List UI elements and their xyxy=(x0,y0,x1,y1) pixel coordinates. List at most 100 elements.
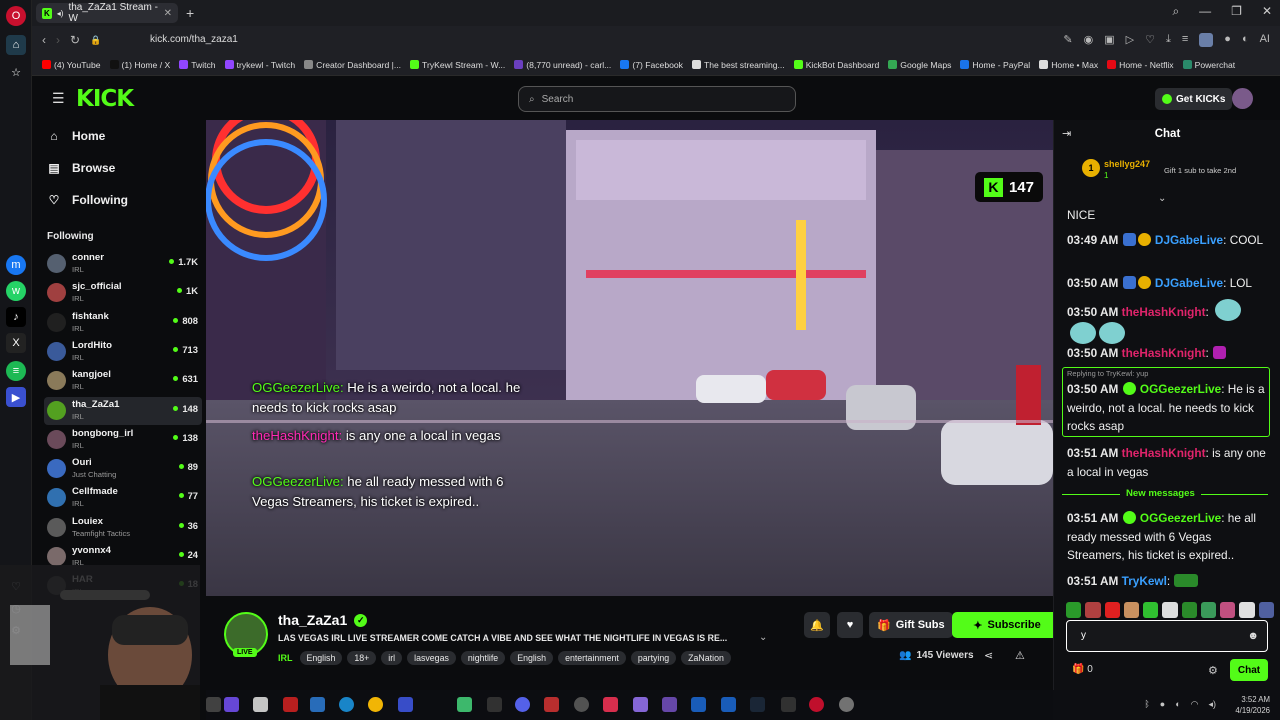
whatsapp-icon[interactable]: w xyxy=(6,281,26,301)
new-tab-button[interactable]: + xyxy=(186,5,194,21)
box-icon[interactable]: ▣ xyxy=(1104,33,1114,47)
emote-icon[interactable] xyxy=(1181,602,1197,618)
back-button[interactable]: ‹ xyxy=(42,33,46,47)
chevron-down-icon[interactable]: ⌄ xyxy=(759,632,767,643)
wifi-icon[interactable]: ◠ xyxy=(1191,699,1199,710)
taskbar-app-icon[interactable] xyxy=(206,697,221,712)
stream-tag[interactable]: 18+ xyxy=(347,651,377,665)
get-kicks-button[interactable]: Get KICKs xyxy=(1155,88,1233,110)
minimize-button[interactable]: — xyxy=(1199,4,1211,19)
emote-icon[interactable] xyxy=(1066,602,1082,618)
message-user[interactable]: OGGeezerLive xyxy=(1140,511,1221,525)
app-icon[interactable] xyxy=(662,697,677,712)
camera-icon[interactable]: ◉ xyxy=(1084,33,1094,47)
edge-icon[interactable] xyxy=(339,697,354,712)
clock[interactable]: 3:52 AM 4/19/2026 xyxy=(1235,694,1270,716)
epic-icon[interactable] xyxy=(781,697,796,712)
search-tabs-icon[interactable]: ⌕ xyxy=(1172,4,1179,19)
bookmark-item[interactable]: (8,770 unread) - carl... xyxy=(514,60,611,70)
close-tab-icon[interactable]: ✕ xyxy=(164,8,172,19)
tray-icon[interactable]: ● xyxy=(1160,699,1165,710)
app-icon[interactable] xyxy=(603,697,618,712)
maximize-button[interactable]: ❐ xyxy=(1231,4,1242,19)
circle-icon[interactable]: ● xyxy=(1224,33,1231,47)
nav-home[interactable]: ⌂ Home xyxy=(47,129,105,143)
bookmark-item[interactable]: The best streaming... xyxy=(691,60,785,70)
stream-tag[interactable]: entertainment xyxy=(558,651,626,665)
home-icon[interactable]: ⌂ xyxy=(6,35,26,55)
bookmark-item[interactable]: Home - PayPal xyxy=(960,60,1030,70)
bookmark-item[interactable]: Google Maps xyxy=(888,60,951,70)
report-icon[interactable]: ⚠ xyxy=(1015,649,1025,662)
bookmark-item[interactable]: (1) Home / X xyxy=(109,60,170,70)
opera-logo-icon[interactable]: O xyxy=(6,6,26,26)
emote-icon[interactable] xyxy=(1258,602,1274,618)
message-user[interactable]: DJGabeLive xyxy=(1155,233,1223,247)
following-item[interactable]: Cellfmade IRL 77 xyxy=(44,484,202,512)
chrome-icon[interactable] xyxy=(368,697,383,712)
share-icon[interactable]: ⋖ xyxy=(984,649,993,662)
message-user[interactable]: DJGabeLive xyxy=(1155,276,1223,290)
following-item[interactable]: sjc_official IRL 1K xyxy=(44,279,202,307)
bookmark-item[interactable]: Twitch xyxy=(179,60,216,70)
forward-button[interactable]: › xyxy=(56,33,60,47)
emote-icon[interactable] xyxy=(1104,602,1120,618)
following-item[interactable]: tha_ZaZa1 IRL 148 xyxy=(44,396,202,425)
close-window-button[interactable]: ✕ xyxy=(1262,4,1272,19)
kick-logo[interactable]: KICK xyxy=(76,86,134,112)
steam-icon[interactable] xyxy=(750,697,765,712)
following-item[interactable]: LordHito IRL 713 xyxy=(44,338,202,366)
bookmark-item[interactable]: Home • Max xyxy=(1039,60,1098,70)
message-user[interactable]: theHashKnight xyxy=(1122,346,1206,360)
spotify-icon[interactable]: ≡ xyxy=(6,361,26,381)
app-icon[interactable] xyxy=(633,697,648,712)
ai-button[interactable]: AI xyxy=(1260,33,1270,47)
user-avatar[interactable] xyxy=(1232,88,1253,109)
edit-icon[interactable]: ✎ xyxy=(1063,33,1072,47)
stream-tag[interactable]: irl xyxy=(381,651,403,665)
emote-icon[interactable] xyxy=(1123,602,1140,618)
follow-button[interactable]: ♥ xyxy=(837,612,863,638)
emote-icon[interactable] xyxy=(1200,602,1217,618)
file-icon[interactable] xyxy=(253,697,268,712)
emote-icon[interactable] xyxy=(1143,602,1159,618)
app-icon[interactable] xyxy=(574,697,589,712)
emote-icon[interactable] xyxy=(1239,602,1255,618)
bookmark-item[interactable]: (4) YouTube xyxy=(42,60,101,70)
app-icon[interactable] xyxy=(721,697,736,712)
app-icon[interactable] xyxy=(544,697,559,712)
extension-icon[interactable]: ◐ xyxy=(1242,33,1249,47)
copilot-icon[interactable] xyxy=(224,697,239,712)
stream-tag[interactable]: English xyxy=(510,651,554,665)
emote-icon[interactable] xyxy=(1085,602,1101,618)
following-item[interactable]: kangjoel IRL 631 xyxy=(44,367,202,395)
heart-outline-icon[interactable]: ♡ xyxy=(1145,33,1155,47)
bookmark-item[interactable]: Creator Dashboard |... xyxy=(304,60,401,70)
stream-tag[interactable]: nightlife xyxy=(460,651,506,665)
url-field[interactable]: kick.com/tha_zaza1 xyxy=(150,34,238,45)
following-item[interactable]: conner IRL 1.7K xyxy=(44,250,202,278)
bookmark-item[interactable]: Powerchat xyxy=(1182,60,1235,70)
new-messages-divider[interactable]: New messages xyxy=(1062,488,1268,502)
app-icon[interactable] xyxy=(457,697,472,712)
following-item[interactable]: fishtank IRL 808 xyxy=(44,309,202,337)
player-icon[interactable]: ▶ xyxy=(6,387,26,407)
following-item[interactable]: bongbong_irl IRL 138 xyxy=(44,426,202,454)
tray-icon[interactable]: ◐ xyxy=(1175,699,1180,710)
streamer-name[interactable]: tha_ZaZa1 ✓ xyxy=(278,612,368,628)
stream-category[interactable]: IRL xyxy=(278,653,293,663)
nav-browse[interactable]: ▤ Browse xyxy=(47,161,115,175)
message-user[interactable]: TryKewl xyxy=(1122,574,1167,588)
pinned-gift-banner[interactable]: 1 shellyg247 1 Gift 1 sub to take 2nd xyxy=(1062,156,1275,190)
bookmark-item[interactable]: TryKewl Stream - W... xyxy=(410,60,505,70)
tab-active[interactable]: K ◂) tha_ZaZa1 Stream - W ✕ xyxy=(36,2,178,24)
stream-tag[interactable]: lasvegas xyxy=(407,651,456,665)
bluetooth-icon[interactable]: ᛒ xyxy=(1144,699,1149,710)
stream-tag[interactable]: ZaNation xyxy=(681,651,731,665)
star-icon[interactable]: ☆ xyxy=(6,62,26,82)
menu-icon[interactable]: ≡ xyxy=(1182,33,1188,47)
bookmark-item[interactable]: Home - Netflix xyxy=(1107,60,1174,70)
app-icon[interactable] xyxy=(310,697,325,712)
bookmark-item[interactable]: trykewl - Twitch xyxy=(224,60,295,70)
hamburger-menu-icon[interactable]: ☰ xyxy=(52,90,65,107)
